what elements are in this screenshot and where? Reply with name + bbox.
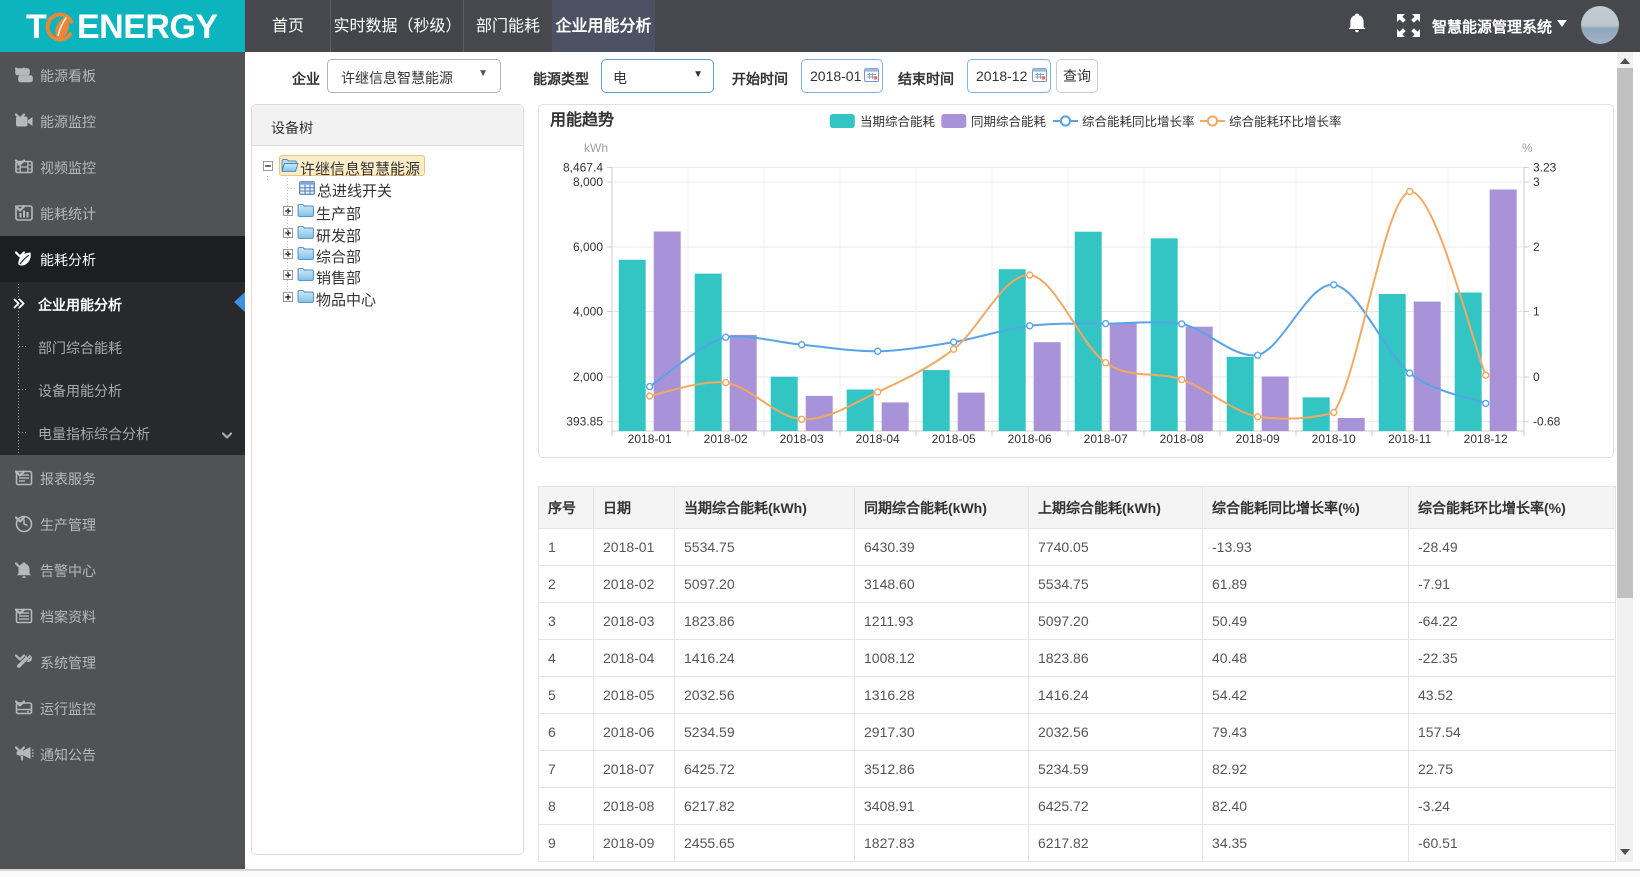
svg-text:2018-02: 2018-02	[704, 432, 748, 446]
svg-text:4,000: 4,000	[573, 305, 603, 319]
svg-text:3.23: 3.23	[1533, 160, 1557, 174]
svg-text:2018-09: 2018-09	[1236, 432, 1280, 446]
svg-text:6,000: 6,000	[573, 240, 603, 254]
svg-text:2018-04: 2018-04	[856, 432, 900, 446]
svg-text:0: 0	[1533, 370, 1540, 384]
svg-text:2,000: 2,000	[573, 370, 603, 384]
svg-text:ENERGY: ENERGY	[77, 8, 218, 46]
svg-text:2018-05: 2018-05	[932, 432, 976, 446]
svg-text:393.85: 393.85	[566, 415, 603, 429]
svg-text:2018-10: 2018-10	[1312, 432, 1356, 446]
svg-text:kWh: kWh	[584, 141, 608, 155]
svg-text:3: 3	[1533, 175, 1540, 189]
svg-text:2: 2	[1533, 240, 1540, 254]
svg-text:2018-07: 2018-07	[1084, 432, 1128, 446]
svg-text:综合能耗环比增长率: 综合能耗环比增长率	[1229, 114, 1342, 129]
svg-text:同期综合能耗: 同期综合能耗	[971, 114, 1047, 129]
svg-text:2018-06: 2018-06	[1008, 432, 1052, 446]
svg-text:-0.68: -0.68	[1533, 415, 1561, 429]
svg-text:2018-01: 2018-01	[628, 432, 672, 446]
svg-text:%: %	[1522, 141, 1533, 155]
svg-text:2018-08: 2018-08	[1160, 432, 1204, 446]
svg-text:2018-11: 2018-11	[1388, 432, 1431, 446]
svg-text:综合能耗同比增长率: 综合能耗同比增长率	[1082, 114, 1195, 129]
svg-text:用能趋势: 用能趋势	[550, 110, 614, 129]
svg-text:1: 1	[1533, 305, 1540, 319]
svg-text:当期综合能耗: 当期综合能耗	[860, 114, 936, 129]
svg-text:8,000: 8,000	[573, 175, 603, 189]
svg-text:2018-03: 2018-03	[780, 432, 824, 446]
svg-text:T: T	[26, 8, 47, 46]
svg-text:8,467.4: 8,467.4	[563, 160, 603, 174]
svg-text:2018-12: 2018-12	[1464, 432, 1508, 446]
